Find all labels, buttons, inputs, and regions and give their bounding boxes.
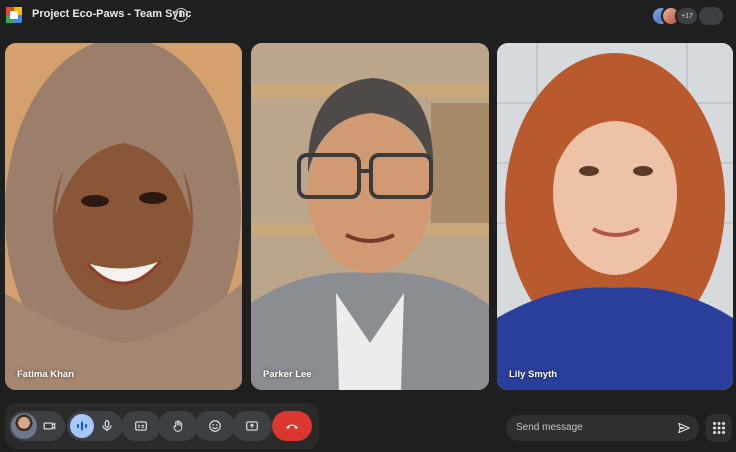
- info-glyph: i: [179, 10, 183, 20]
- raise-hand-icon: [173, 420, 183, 432]
- meeting-title: Project Eco-Paws - Team Sync: [32, 8, 192, 20]
- chat-placeholder: Send message: [516, 422, 583, 433]
- send-icon[interactable]: [677, 421, 691, 435]
- video-tile-parker-lee[interactable]: Parker Lee: [251, 43, 489, 390]
- captions-button[interactable]: [121, 411, 161, 441]
- raise-hand-button[interactable]: [158, 411, 198, 441]
- self-preview-avatar: [11, 413, 37, 439]
- mic-icon: [102, 420, 112, 432]
- meeting-controls: [5, 403, 319, 449]
- info-icon[interactable]: i: [174, 8, 188, 22]
- participant-count-badge: +17: [675, 6, 699, 26]
- videocam-icon: [43, 422, 56, 430]
- video-tile-fatima-khan[interactable]: Fatima Khan: [5, 43, 242, 390]
- present-screen-icon: [246, 421, 258, 431]
- video-tile-lily-smyth[interactable]: Lily Smyth: [497, 43, 733, 390]
- emoji-icon: [209, 420, 221, 432]
- participants-button[interactable]: +17: [651, 6, 699, 26]
- meet-logo: [6, 7, 22, 23]
- participant-video: [497, 43, 733, 390]
- leave-call-button[interactable]: [272, 411, 312, 441]
- camera-toggle-button[interactable]: [9, 411, 65, 441]
- activities-button[interactable]: [706, 414, 732, 442]
- call-end-icon: [286, 424, 298, 429]
- participant-name: Parker Lee: [263, 369, 312, 380]
- send-message-field[interactable]: Send message: [506, 415, 699, 441]
- closed-captions-icon: [135, 421, 147, 431]
- account-avatar[interactable]: [699, 7, 723, 25]
- mic-toggle-button[interactable]: [67, 411, 123, 441]
- present-button[interactable]: [232, 411, 272, 441]
- apps-grid-icon: [713, 422, 725, 434]
- participant-video: [5, 43, 242, 390]
- reactions-button[interactable]: [195, 411, 235, 441]
- participant-name: Lily Smyth: [509, 369, 558, 380]
- audio-level-indicator: [70, 414, 94, 438]
- participant-video: [251, 43, 489, 390]
- participant-name: Fatima Khan: [17, 369, 75, 380]
- top-bar: Project Eco-Paws - Team Sync i +17: [0, 0, 736, 32]
- audio-wave-icon: [77, 421, 87, 431]
